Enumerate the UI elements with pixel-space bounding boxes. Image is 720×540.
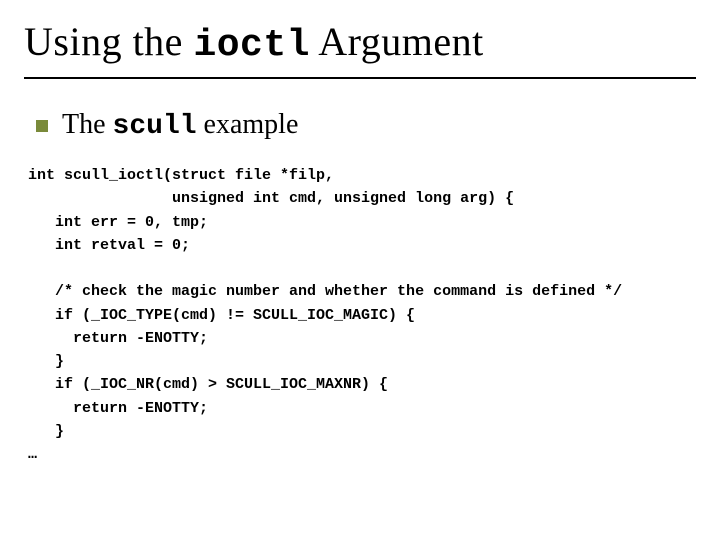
- title-text-pre: Using the: [24, 19, 193, 64]
- slide-title: Using the ioctl Argument: [24, 18, 696, 79]
- bullet-icon: [36, 120, 48, 132]
- title-text-mono: ioctl: [193, 24, 310, 67]
- subtitle-text-mono: scull: [113, 111, 197, 142]
- title-text-post: Argument: [310, 19, 484, 64]
- subtitle: The scull example: [62, 109, 298, 142]
- slide: Using the ioctl Argument The scull examp…: [0, 0, 720, 540]
- code-block: int scull_ioctl(struct file *filp, unsig…: [28, 164, 696, 466]
- subtitle-text-pre: The: [62, 109, 113, 140]
- subtitle-text-post: example: [197, 109, 299, 140]
- subtitle-row: The scull example: [36, 109, 696, 142]
